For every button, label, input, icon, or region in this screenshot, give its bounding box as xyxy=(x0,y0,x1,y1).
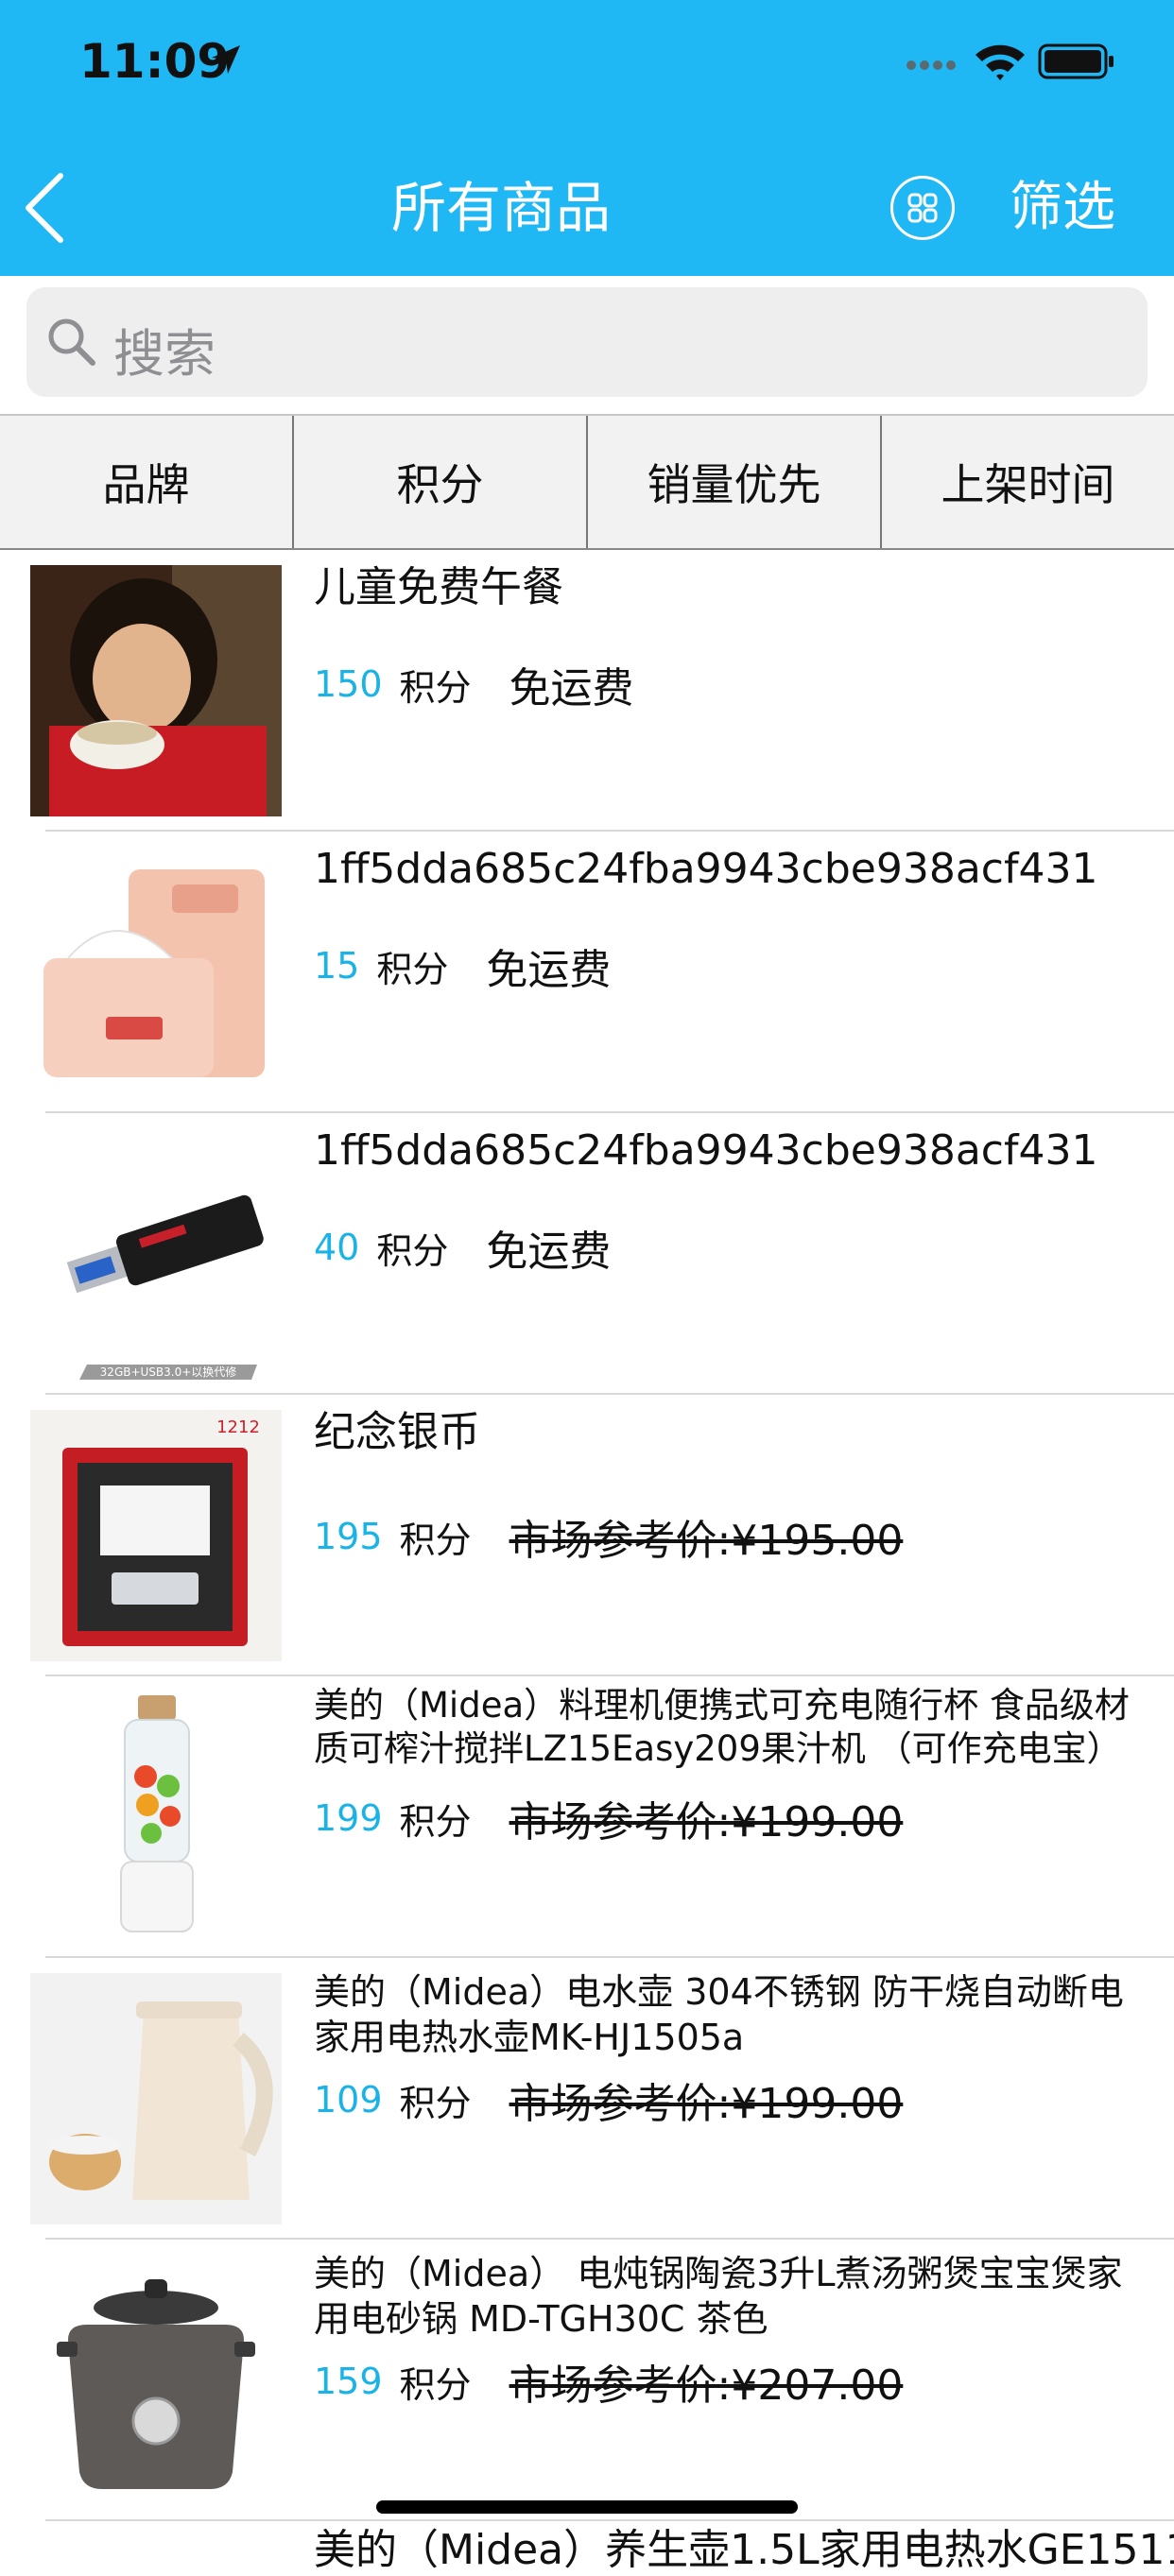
status-time: 11:09 xyxy=(79,34,231,89)
product-list: 儿童免费午餐 150 积分 免运费 1ff5dda685c24fba9943cb… xyxy=(0,550,1174,2521)
search-bar: 搜索 xyxy=(0,276,1174,414)
image-caption: 32GB+USB3.0+以换代修 xyxy=(100,1365,237,1379)
product-meta: 199 积分 市场参考价:¥199.00 xyxy=(314,1788,903,1848)
market-price: 市场参考价:¥207.00 xyxy=(509,2361,904,2410)
filter-button[interactable]: 筛选 xyxy=(1010,170,1115,246)
product-image xyxy=(30,2255,282,2506)
product-points: 199 xyxy=(314,1797,383,1839)
next-product-title-partial[interactable]: 美的（Midea）养生壶1.5L家用电热水GE1511a xyxy=(314,2516,1174,2576)
sort-tab-sales[interactable]: 销量优先 xyxy=(588,416,882,548)
product-meta: 150 积分 免运费 xyxy=(314,654,634,714)
product-title: 1ff5dda685c24fba9943cbe938acf431 xyxy=(314,1126,1098,1175)
wifi-icon xyxy=(975,44,1025,80)
product-title: 1ff5dda685c24fba9943cbe938acf431 xyxy=(314,845,1098,893)
grid-icon xyxy=(907,193,938,223)
product-title: 美的（Midea）料理机便携式可充电随行杯 食品级材质可榨汁搅拌LZ15Easy… xyxy=(314,1685,1130,1769)
product-image: 1212 xyxy=(30,1410,282,1661)
product-meta: 109 积分 市场参考价:¥199.00 xyxy=(314,2069,903,2130)
points-unit: 积分 xyxy=(376,1229,449,1272)
search-placeholder: 搜索 xyxy=(113,324,216,384)
product-title: 美的（Midea） 电炖锅陶瓷3升L煮汤粥煲宝宝煲家用电砂锅 MD-TGH30C… xyxy=(314,2253,1123,2340)
product-row[interactable]: 32GB+USB3.0+以换代修 1ff5dda685c24fba9943cbe… xyxy=(0,1113,1174,1395)
product-points: 195 xyxy=(314,1516,383,1557)
points-unit: 积分 xyxy=(376,948,449,990)
image-caption: 1212 xyxy=(216,1417,260,1437)
product-points: 40 xyxy=(314,1227,360,1268)
product-title: 美的（Midea）电水壶 304不锈钢 防干烧自动断电 家用电热水壶MK-HJ1… xyxy=(314,1971,1124,2058)
product-image xyxy=(30,565,282,816)
product-image: 32GB+USB3.0+以换代修 xyxy=(30,1128,282,1380)
points-unit: 积分 xyxy=(399,1800,472,1843)
signal-icon xyxy=(906,60,956,70)
product-row[interactable]: 1ff5dda685c24fba9943cbe938acf431 15 积分 免… xyxy=(0,832,1174,1113)
shipping-info: 免运费 xyxy=(486,1228,612,1276)
sort-tab-brand[interactable]: 品牌 xyxy=(0,416,294,548)
product-row[interactable]: 儿童免费午餐 150 积分 免运费 xyxy=(0,550,1174,832)
product-meta: 40 积分 免运费 xyxy=(314,1217,611,1278)
shipping-info: 免运费 xyxy=(509,664,634,713)
product-points: 109 xyxy=(314,2079,383,2121)
product-points: 159 xyxy=(314,2361,383,2402)
points-unit: 积分 xyxy=(399,1519,472,1561)
market-price: 市场参考价:¥199.00 xyxy=(509,2080,904,2128)
product-image xyxy=(30,847,282,1098)
product-row[interactable]: 美的（Midea） 电炖锅陶瓷3升L煮汤粥煲宝宝煲家用电砂锅 MD-TGH30C… xyxy=(0,2240,1174,2521)
points-unit: 积分 xyxy=(399,2082,472,2124)
product-row[interactable]: 美的（Midea）电水壶 304不锈钢 防干烧自动断电 家用电热水壶MK-HJ1… xyxy=(0,1958,1174,2240)
home-indicator[interactable] xyxy=(376,2500,798,2514)
grid-view-button[interactable] xyxy=(890,176,955,240)
product-meta: 159 积分 市场参考价:¥207.00 xyxy=(314,2351,903,2412)
product-meta: 15 积分 免运费 xyxy=(314,936,611,996)
product-meta: 195 积分 市场参考价:¥195.00 xyxy=(314,1506,903,1567)
market-price: 市场参考价:¥195.00 xyxy=(509,1517,904,1565)
location-arrow-icon xyxy=(212,45,240,74)
product-title: 儿童免费午餐 xyxy=(314,563,563,611)
shipping-info: 免运费 xyxy=(486,946,612,994)
product-row[interactable]: 美的（Midea）料理机便携式可充电随行杯 食品级材质可榨汁搅拌LZ15Easy… xyxy=(0,1676,1174,1958)
points-unit: 积分 xyxy=(399,2363,472,2406)
search-icon xyxy=(48,318,95,366)
product-image xyxy=(30,1692,282,1943)
search-input[interactable]: 搜索 xyxy=(26,287,1148,397)
sort-tab-newest[interactable]: 上架时间 xyxy=(882,416,1174,548)
sort-bar: 品牌 积分 销量优先 上架时间 xyxy=(0,414,1174,550)
product-points: 150 xyxy=(314,663,383,705)
nav-header: 11:09 所有商品 筛选 xyxy=(0,0,1174,276)
sort-tab-points[interactable]: 积分 xyxy=(294,416,588,548)
points-unit: 积分 xyxy=(399,666,472,709)
product-points: 15 xyxy=(314,945,360,987)
product-image xyxy=(30,1973,282,2224)
market-price: 市场参考价:¥199.00 xyxy=(509,1798,904,1846)
product-title: 纪念银币 xyxy=(314,1408,480,1456)
page-title: 所有商品 xyxy=(390,176,611,240)
product-row[interactable]: 1212 纪念银币 195 积分 市场参考价:¥195.00 xyxy=(0,1395,1174,1676)
battery-icon xyxy=(1038,43,1114,79)
